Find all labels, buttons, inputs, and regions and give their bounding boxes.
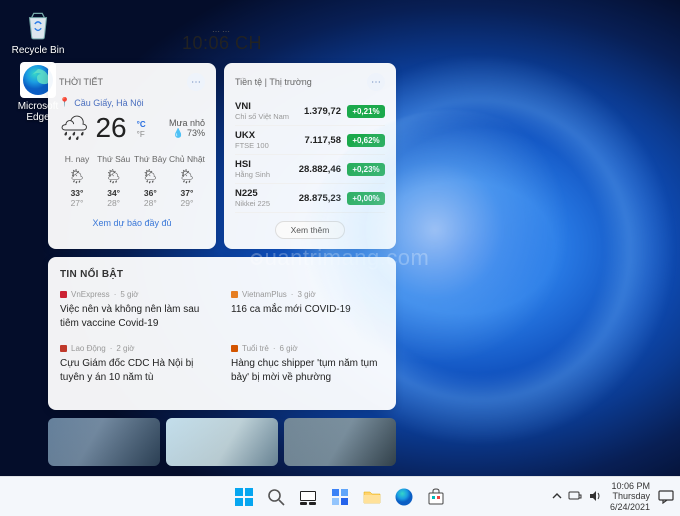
humidity-icon: 💧 — [173, 128, 184, 139]
news-item[interactable]: Tuổi trẻ · 6 giờ Hàng chục shipper 'tụm … — [231, 344, 384, 384]
news-image-strip — [48, 418, 396, 466]
current-temp: 26 — [95, 112, 126, 144]
volume-icon[interactable] — [588, 490, 602, 504]
source-badge-icon — [60, 345, 67, 352]
news-item[interactable]: VnExpress · 5 giờ Việc nên và không nên … — [60, 290, 213, 330]
widgets-panel: ⋯ ⋯ 10:06 CH THỜI TIẾT ⋯ 📍 Cầu Giấy, Hà N… — [48, 33, 396, 466]
news-item[interactable]: Lao Động · 2 giờ Cựu Giám đốc CDC Hà Nội… — [60, 344, 213, 384]
stock-row[interactable]: UKXFTSE 1007.117,58+0,62% — [235, 126, 385, 155]
file-explorer-button[interactable] — [358, 483, 386, 511]
weather-more-button[interactable]: ⋯ — [187, 73, 205, 91]
unit-toggle[interactable]: °C °F — [137, 120, 146, 139]
weather-condition-icon: 🌧 — [59, 114, 89, 143]
drag-handle-icon[interactable]: ⋯⋯ — [48, 27, 396, 36]
panel-clock: 10:06 CH — [48, 33, 396, 54]
stock-row[interactable]: HSIHằng Sinh28.882,46+0,23% — [235, 155, 385, 184]
search-button[interactable] — [262, 483, 290, 511]
stocks-see-more-button[interactable]: Xem thêm — [275, 221, 345, 239]
news-title: TIN NỔI BẬT — [60, 269, 384, 280]
humidity-value: 73% — [187, 128, 205, 138]
desktop-wallpaper: uantrimang.com Recycle Bin Microsoft Edg… — [0, 0, 680, 516]
edge-taskbar-button[interactable] — [390, 483, 418, 511]
forecast-day[interactable]: Chủ Nhật🌦37°29° — [169, 154, 205, 208]
forecast-day[interactable]: Thứ Bảy🌦36°28° — [132, 154, 168, 208]
news-item[interactable]: VietnamPlus · 3 giờ 116 ca mắc mới COVID… — [231, 290, 384, 330]
forecast-row: H. nay🌦33°27° Thứ Sáu🌦34°28° Thứ Bảy🌦36°… — [59, 154, 205, 208]
weather-condition-text: Mưa nhỏ — [169, 118, 205, 128]
notifications-button[interactable] — [658, 490, 674, 504]
forecast-day[interactable]: Thứ Sáu🌦34°28° — [96, 154, 132, 208]
weather-location[interactable]: 📍 Cầu Giấy, Hà Nội — [59, 97, 205, 108]
news-thumbnail[interactable] — [284, 418, 396, 466]
source-badge-icon — [231, 345, 238, 352]
chevron-up-icon[interactable] — [552, 491, 562, 503]
news-thumbnail[interactable] — [166, 418, 278, 466]
weather-widget[interactable]: THỜI TIẾT ⋯ 📍 Cầu Giấy, Hà Nội 🌧 26 °C °… — [48, 63, 216, 249]
stocks-more-button[interactable]: ⋯ — [367, 73, 385, 91]
forecast-day[interactable]: H. nay🌦33°27° — [59, 154, 95, 208]
taskbar-center — [230, 483, 450, 511]
stock-row[interactable]: N225Nikkei 22528.875,23+0,00% — [235, 184, 385, 213]
weather-title: THỜI TIẾT — [59, 77, 103, 87]
stock-row[interactable]: VNIChỉ số Việt Nam1.379,72+0,21% — [235, 97, 385, 126]
stocks-title: Tiền tệ | Thị trường — [235, 77, 312, 87]
task-view-button[interactable] — [294, 483, 322, 511]
news-thumbnail[interactable] — [48, 418, 160, 466]
taskbar: 10:06 PM Thursday 6/24/2021 — [0, 476, 680, 516]
location-pin-icon: 📍 — [59, 97, 70, 108]
network-icon[interactable] — [568, 490, 582, 504]
news-widget[interactable]: TIN NỔI BẬT VnExpress · 5 giờ Việc nên v… — [48, 257, 396, 410]
source-badge-icon — [231, 291, 238, 298]
taskbar-clock[interactable]: 10:06 PM Thursday 6/24/2021 — [610, 481, 650, 512]
system-tray: 10:06 PM Thursday 6/24/2021 — [552, 481, 674, 512]
start-button[interactable] — [230, 483, 258, 511]
tray-icons[interactable] — [552, 490, 602, 504]
source-badge-icon — [60, 291, 67, 298]
stocks-widget[interactable]: Tiền tệ | Thị trường ⋯ VNIChỉ số Việt Na… — [224, 63, 396, 249]
full-forecast-link[interactable]: Xem dự báo đầy đủ — [59, 218, 205, 228]
widgets-button[interactable] — [326, 483, 354, 511]
store-button[interactable] — [422, 483, 450, 511]
